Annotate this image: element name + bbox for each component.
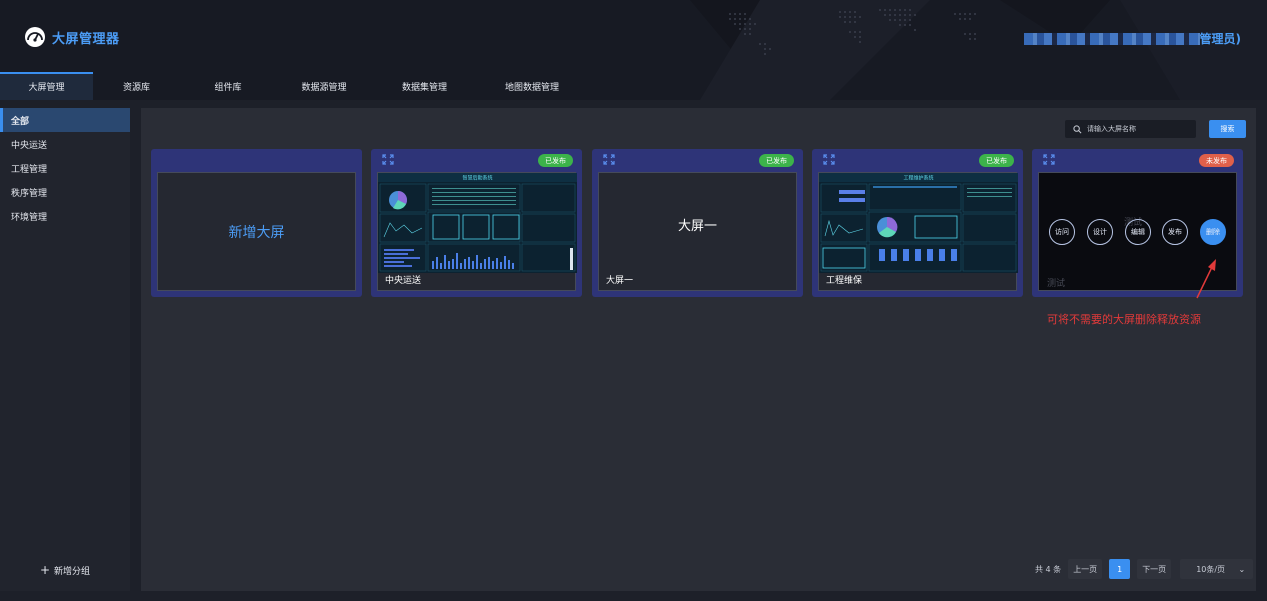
page-size-value: 10条/页 bbox=[1196, 564, 1226, 574]
tab-resource-library[interactable]: 资源库 bbox=[93, 72, 180, 100]
screen-preview[interactable]: 大屏一 大屏一 bbox=[598, 172, 797, 291]
app-root: 大屏管理器 管理员) 大屏管理 资源库 组件库 数据源管理 数据集管理 地图数据… bbox=[0, 0, 1267, 601]
dashboard-preview-image: 智慧后勤系统 bbox=[378, 173, 577, 273]
new-screen-label: 新增大屏 bbox=[228, 224, 285, 241]
expand-icon[interactable] bbox=[1043, 154, 1055, 165]
sidebar-item-label: 秩序管理 bbox=[11, 188, 48, 199]
sidebar-item-label: 中央运送 bbox=[11, 140, 48, 151]
sidebar-item-label: 环境管理 bbox=[11, 212, 48, 223]
user-info[interactable]: 管理员) bbox=[1023, 30, 1242, 47]
sidebar-item-order[interactable]: 秩序管理 bbox=[0, 180, 130, 204]
sidebar-item-label: 工程管理 bbox=[11, 164, 48, 175]
app-logo: 大屏管理器 bbox=[24, 26, 120, 48]
sidebar-item-label: 全部 bbox=[11, 116, 30, 127]
next-page-button[interactable]: 下一页 bbox=[1137, 559, 1172, 579]
annotation-text: 可将不需要的大屏删除释放资源 bbox=[1047, 313, 1201, 326]
main-panel: 搜索 新增大屏 已发布 智慧后勤系统 bbox=[141, 108, 1256, 591]
search-input[interactable] bbox=[1087, 125, 1187, 133]
sidebar-item-environment[interactable]: 环境管理 bbox=[0, 204, 130, 228]
screen-preview[interactable]: 工程维护系统 工程维保 bbox=[818, 172, 1018, 291]
tab-label: 地图数据管理 bbox=[504, 82, 559, 93]
app-title: 大屏管理器 bbox=[52, 31, 120, 47]
new-screen-card[interactable]: 新增大屏 bbox=[151, 149, 362, 297]
screen-name: 中央运送 bbox=[385, 276, 422, 286]
screen-name: 工程维保 bbox=[826, 276, 863, 286]
preview-title: 智慧后勤系统 bbox=[462, 175, 492, 182]
sidebar-item-all[interactable]: 全部 bbox=[0, 108, 130, 132]
tab-map-data-management[interactable]: 地图数据管理 bbox=[477, 72, 587, 100]
search-box bbox=[1065, 120, 1196, 138]
screen-card[interactable]: 已发布 大屏一 大屏一 bbox=[592, 149, 803, 297]
screen-card[interactable]: 已发布 工程维护系统 工程维保 bbox=[812, 149, 1023, 297]
search-button[interactable]: 搜索 bbox=[1209, 120, 1246, 138]
chevron-down-icon: ⌄ bbox=[1238, 564, 1246, 574]
screen-name: 测试 bbox=[1047, 279, 1066, 289]
screen-preview[interactable]: 测试 测试 访问 设计 编辑 发布 删除 bbox=[1038, 172, 1237, 291]
preview-title: 工程维护系统 bbox=[903, 175, 933, 182]
status-badge: 未发布 bbox=[1199, 154, 1234, 167]
sidebar-item-engineering[interactable]: 工程管理 bbox=[0, 156, 130, 180]
status-badge: 已发布 bbox=[979, 154, 1014, 167]
main-nav: 大屏管理 资源库 组件库 数据源管理 数据集管理 地图数据管理 bbox=[0, 72, 587, 100]
screen-card[interactable]: 已发布 智慧后勤系统 中央运送 bbox=[371, 149, 582, 297]
preview-title: 大屏一 bbox=[677, 219, 717, 234]
sidebar-item-central-transport[interactable]: 中央运送 bbox=[0, 132, 130, 156]
expand-icon[interactable] bbox=[382, 154, 394, 165]
design-button[interactable]: 设计 bbox=[1087, 219, 1113, 245]
expand-icon[interactable] bbox=[603, 154, 615, 165]
screen-preview[interactable]: 智慧后勤系统 中央运送 bbox=[377, 172, 577, 291]
header: 大屏管理器 管理员) 大屏管理 资源库 组件库 数据源管理 数据集管理 地图数据… bbox=[0, 0, 1267, 100]
edit-button[interactable]: 编辑 bbox=[1125, 219, 1151, 245]
sidebar: 全部 中央运送 工程管理 秩序管理 环境管理 + 新增分组 bbox=[0, 108, 130, 591]
page-number-button[interactable]: 1 bbox=[1109, 559, 1131, 579]
tab-label: 组件库 bbox=[214, 82, 242, 93]
tab-screen-management[interactable]: 大屏管理 bbox=[0, 72, 93, 100]
screen-name: 大屏一 bbox=[606, 276, 634, 286]
plus-icon: + bbox=[39, 563, 51, 577]
user-role: 管理员) bbox=[1199, 32, 1242, 46]
tab-label: 数据集管理 bbox=[401, 82, 447, 93]
total-count: 共 4 条 bbox=[1035, 564, 1062, 574]
dashboard-gauge-icon bbox=[25, 27, 45, 47]
tab-component-library[interactable]: 组件库 bbox=[180, 72, 276, 100]
tab-label: 资源库 bbox=[122, 82, 150, 93]
add-group-label: 新增分组 bbox=[54, 566, 91, 577]
publish-button[interactable]: 发布 bbox=[1162, 219, 1188, 245]
visit-button[interactable]: 访问 bbox=[1049, 219, 1075, 245]
new-screen-area[interactable]: 新增大屏 bbox=[157, 172, 356, 291]
pagination-bar: 共 4 条 上一页 1 下一页 10条/页 ⌄ bbox=[1035, 559, 1254, 579]
tab-label: 大屏管理 bbox=[28, 82, 65, 93]
page-size-select[interactable]: 10条/页 ⌄ bbox=[1180, 559, 1254, 579]
tab-label: 数据源管理 bbox=[301, 82, 347, 93]
user-name-redacted bbox=[1023, 32, 1200, 45]
screen-card[interactable]: 未发布 测试 测试 访问 设计 编辑 发布 删除 bbox=[1032, 149, 1243, 297]
delete-button[interactable]: 删除 bbox=[1200, 219, 1226, 245]
status-badge: 已发布 bbox=[538, 154, 573, 167]
dashboard-preview-image: 工程维护系统 bbox=[819, 173, 1018, 273]
expand-icon[interactable] bbox=[823, 154, 835, 165]
status-badge: 已发布 bbox=[759, 154, 794, 167]
hover-action-overlay: 测试 测试 访问 设计 编辑 发布 删除 bbox=[1039, 173, 1236, 290]
tab-datasource-management[interactable]: 数据源管理 bbox=[276, 72, 372, 100]
tab-dataset-management[interactable]: 数据集管理 bbox=[372, 72, 477, 100]
search-icon bbox=[1073, 124, 1082, 133]
add-group-button[interactable]: + 新增分组 bbox=[0, 563, 130, 577]
prev-page-button[interactable]: 上一页 bbox=[1068, 559, 1103, 579]
